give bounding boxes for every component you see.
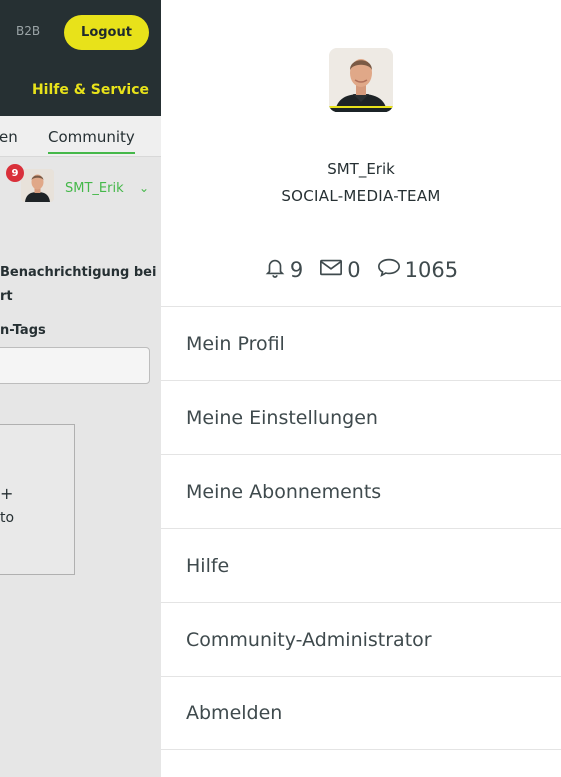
tags-label: n-Tags [0,323,46,338]
b2b-link[interactable]: B2B [16,24,40,38]
envelope-icon [319,256,343,283]
upload-label: to [0,510,15,526]
comments-count: 1065 [404,257,459,282]
notifications-stat[interactable]: 9 [264,256,303,283]
user-menu-name[interactable]: SMT_Erik [65,181,124,196]
messages-count: 0 [347,257,361,282]
profile-username: SMT_Erik [327,160,395,178]
notification-badge[interactable]: 9 [6,164,24,182]
notifications-count: 9 [289,257,304,282]
menu-item-meine-abonnements[interactable]: Meine Abonnements [161,454,561,528]
profile-avatar[interactable] [329,48,393,112]
menu-item-abmelden[interactable]: Abmelden [161,676,561,750]
menu-item-meine-einstellungen[interactable]: Meine Einstellungen [161,380,561,454]
profile-stats: 9 0 1065 [161,256,561,283]
menu-item-community-administrator[interactable]: Community-Administrator [161,602,561,676]
plus-icon: + [0,484,14,503]
nav-tab-previous[interactable]: en [0,128,18,146]
nav-tab-community[interactable]: Community [48,128,135,154]
chevron-down-icon[interactable]: ⌄ [139,181,149,195]
top-bar: B2B Logout Hilfe & Service [0,0,161,116]
messages-stat[interactable]: 0 [319,256,361,283]
profile-panel: SMT_Erik SOCIAL-MEDIA-TEAM 9 0 1065 Mein… [161,0,561,777]
user-avatar-small[interactable] [21,169,54,202]
profile-menu: Mein Profil Meine Einstellungen Meine Ab… [161,306,561,750]
main-nav: en Community [0,116,161,157]
notification-setting-line1: Benachrichtigung bei [0,265,157,280]
hilfe-service-link[interactable]: Hilfe & Service [32,82,149,98]
background-page: B2B Logout Hilfe & Service en Community … [0,0,161,777]
menu-item-hilfe[interactable]: Hilfe [161,528,561,602]
tags-input[interactable] [0,347,150,384]
bell-icon [264,256,286,283]
menu-item-mein-profil[interactable]: Mein Profil [161,306,561,380]
speech-bubble-icon [377,256,401,283]
notification-setting-line2: rt [0,289,13,304]
notification-setting-text: Benachrichtigung bei rt [0,261,161,309]
comments-stat[interactable]: 1065 [377,256,458,283]
logout-button[interactable]: Logout [64,15,149,50]
profile-role: SOCIAL-MEDIA-TEAM [281,187,441,205]
